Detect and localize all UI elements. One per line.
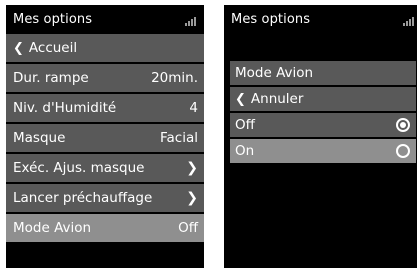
menu-item-label: Mode Avion [13,220,92,236]
options-menu: ❮ Accueil Dur. rampe 20min. Niv. d'Humid… [6,34,204,244]
option-label: On [235,143,255,159]
screen-title: Mes options [231,12,311,27]
right-device-screen: Mes options Mode Avion ❮ Annuler Off On [224,5,417,268]
screen-title: Mes options [13,12,93,27]
signal-strength-icon [185,17,197,26]
cancel-button[interactable]: ❮ Annuler [230,87,416,113]
title-bar: Mes options [224,5,417,33]
menu-item-value: Off [178,220,198,236]
option-label: Off [235,117,255,133]
menu-item-value: 4 [189,100,198,116]
menu-item-label: Niv. d'Humidité [13,100,117,116]
menu-item-value: 20min. [151,70,198,86]
cancel-label: Annuler [250,91,304,107]
menu-item-label: Dur. rampe [13,70,89,86]
airplane-mode-submenu: Mode Avion ❮ Annuler Off On [230,61,416,165]
menu-item-accueil[interactable]: ❮ Accueil [6,34,204,64]
menu-item-label: Masque [13,130,66,146]
left-device-screen: Mes options ❮ Accueil Dur. rampe 20min. … [6,5,204,268]
menu-item-niv-humidite[interactable]: Niv. d'Humidité 4 [6,94,204,124]
menu-item-label: Lancer préchauffage [13,190,153,206]
chevron-right-icon: ❯ [186,190,198,206]
menu-item-value: Facial [160,130,198,146]
menu-item-mode-avion[interactable]: Mode Avion Off [6,214,204,244]
submenu-header: Mode Avion [230,61,416,87]
radio-unchecked-icon[interactable] [396,144,410,158]
menu-item-dur-rampe[interactable]: Dur. rampe 20min. [6,64,204,94]
menu-item-masque[interactable]: Masque Facial [6,124,204,154]
title-bar: Mes options [6,5,204,33]
menu-item-label: Exéc. Ajus. masque [13,160,145,176]
chevron-left-icon: ❮ [13,40,24,56]
chevron-right-icon: ❯ [186,160,198,176]
option-on[interactable]: On [230,139,416,165]
option-off[interactable]: Off [230,113,416,139]
radio-checked-icon[interactable] [396,118,410,132]
menu-item-lancer-prechauffage[interactable]: Lancer préchauffage ❯ [6,184,204,214]
menu-item-label: Accueil [28,40,78,56]
menu-item-exec-ajus-masque[interactable]: Exéc. Ajus. masque ❯ [6,154,204,184]
submenu-header-label: Mode Avion [235,65,314,81]
chevron-left-icon: ❮ [235,91,246,107]
signal-strength-icon [403,17,415,26]
